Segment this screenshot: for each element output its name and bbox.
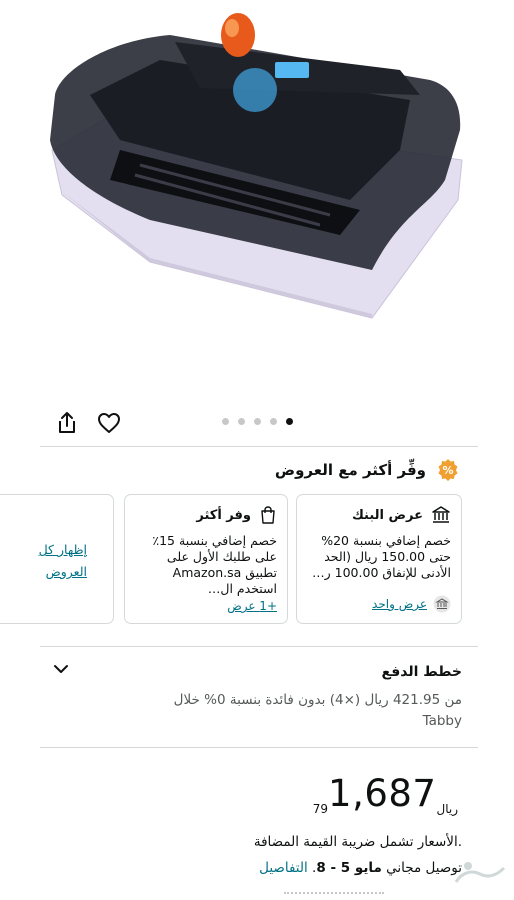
save-more-link-text[interactable]: +1 عرض [227, 599, 277, 613]
bank-offer-link-text[interactable]: عرض واحد [372, 597, 427, 611]
price-currency: ريال [436, 802, 458, 816]
image-carousel-dots[interactable] [222, 418, 293, 425]
section-divider [40, 646, 478, 647]
carousel-dot[interactable] [222, 418, 229, 425]
show-all-offers-card[interactable]: إظهار كل العروض [0, 494, 114, 624]
carousel-dot-active[interactable] [286, 418, 293, 425]
delivery-details-link[interactable]: التفاصيل [259, 860, 308, 876]
product-image[interactable] [0, 0, 514, 390]
save-more-title: وفر أكثر [196, 507, 251, 523]
price-whole: 1,687 [328, 772, 437, 815]
shopping-bag-icon [261, 506, 275, 524]
heart-icon [98, 413, 120, 433]
bank-offer-link[interactable]: عرض واحد [372, 595, 451, 613]
save-more-link[interactable]: +1 عرض [227, 599, 277, 613]
bank-small-icon [433, 595, 451, 613]
percent-badge-icon: % [438, 459, 458, 481]
carousel-dot[interactable] [270, 418, 277, 425]
save-more-text: خصم إضافي بنسبة 15٪ على طلبك الأول على ت… [152, 533, 277, 596]
share-icon [59, 412, 75, 433]
offers-header: % وفِّر أكثر مع العروض [275, 458, 460, 482]
share-button[interactable] [54, 410, 80, 436]
carousel-dot[interactable] [238, 418, 245, 425]
favorite-button[interactable] [96, 410, 122, 436]
bank-offer-title: عرض البنك [351, 507, 423, 523]
delivery-date: مايو 5 - 8 [316, 860, 382, 876]
price-fraction: 79 [312, 802, 329, 816]
bank-offer-card[interactable]: عرض البنك خصم إضافي بنسبة 20% حتى 150.00… [296, 494, 462, 624]
price: 79 1,687 ريال [310, 772, 464, 816]
delivery-info: توصيل مجاني مايو 5 - 8. التفاصيل [259, 860, 462, 876]
watermark-logo [454, 862, 506, 883]
svg-text:%: % [442, 464, 453, 477]
bank-offer-text: خصم إضافي بنسبة 20% حتى 150.00 ريال (الح… [312, 533, 451, 580]
show-all-offers-link[interactable]: إظهار كل العروض [27, 539, 87, 583]
save-more-offer-card[interactable]: وفر أكثر خصم إضافي بنسبة 15٪ على طلبك ال… [124, 494, 288, 624]
payment-plans-description: من 421.95 ريال (×4) بدون فائدة بنسبة 0% … [173, 692, 462, 729]
payment-plans-title[interactable]: خطط الدفع [382, 664, 462, 680]
section-divider [40, 747, 478, 748]
section-divider [40, 446, 478, 447]
offers-title: وفِّر أكثر مع العروض [274, 461, 426, 479]
bank-icon [432, 506, 450, 523]
carousel-dot[interactable] [254, 418, 261, 425]
chevron-down-icon[interactable] [52, 660, 70, 678]
vat-note: .الأسعار تشمل ضريبة القيمة المضافة [253, 834, 462, 850]
rating-strip [284, 892, 384, 900]
